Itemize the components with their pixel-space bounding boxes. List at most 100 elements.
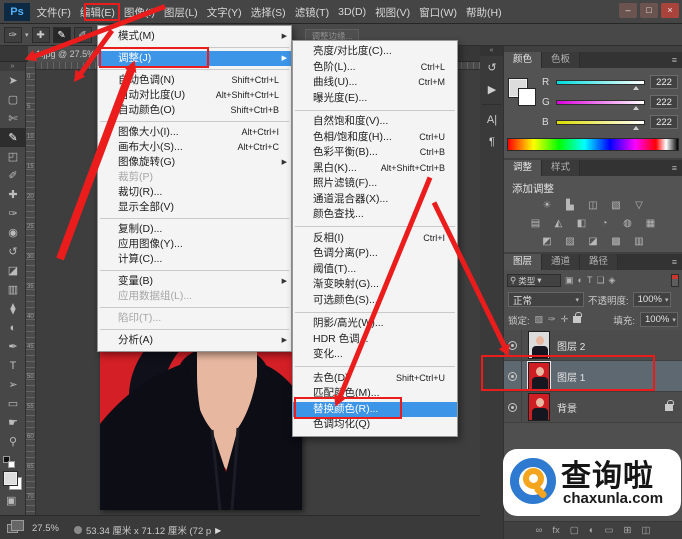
menu-item[interactable]: 色相/饱和度(H)...Ctrl+U (293, 130, 457, 146)
menubar-item-10[interactable]: 窗口(W) (415, 5, 462, 20)
blend-mode-select[interactable]: 正常 ▾ (508, 292, 584, 307)
menu-item[interactable]: 自动颜色(O)Shift+Ctrl+B (98, 103, 291, 118)
channel-value-field[interactable]: 222 (650, 95, 678, 109)
menu-item[interactable]: 亮度/对比度(C)... (293, 44, 457, 60)
menu-item[interactable]: 色调均化(Q) (293, 417, 457, 433)
menu-item[interactable]: 曝光度(E)... (293, 91, 457, 107)
threshold-icon[interactable]: ◪ (585, 236, 601, 247)
clone-stamp-tool[interactable]: ◉ (0, 223, 26, 242)
menu-item[interactable]: 变化... (293, 347, 457, 363)
levels-icon[interactable]: ▙ (562, 200, 578, 211)
exposure-icon[interactable]: ▧ (608, 200, 624, 211)
add-to-selection-brush-icon[interactable]: ✚ (32, 27, 50, 43)
slider-thumb-icon[interactable] (633, 126, 639, 130)
invert-icon[interactable]: ◩ (539, 236, 555, 247)
gradient-map-icon[interactable]: ▩ (608, 236, 624, 247)
pen-tool[interactable]: ✒ (0, 337, 26, 356)
menubar-item-3[interactable]: 图像(I) (119, 5, 159, 20)
menu-item[interactable]: 变量(B)▶ (98, 274, 291, 289)
menu-item[interactable]: 反相(I)Ctrl+I (293, 231, 457, 247)
channel-value-field[interactable]: 222 (650, 115, 678, 129)
quick-selection-brush-icon[interactable]: ✎ (53, 27, 71, 43)
channel-slider[interactable] (556, 80, 645, 85)
toolbar-collapse-icon[interactable]: » (0, 62, 25, 71)
menubar-item-6[interactable]: 选择(S) (246, 5, 290, 20)
slider-thumb-icon[interactable] (633, 106, 639, 110)
menu-item[interactable]: 自动色调(N)Shift+Ctrl+L (98, 73, 291, 88)
lock-position-icon[interactable]: ✛ (561, 314, 569, 325)
menu-item[interactable]: 渐变映射(G)... (293, 277, 457, 293)
menu-item[interactable]: 复制(D)... (98, 222, 291, 237)
eyedropper-tool[interactable]: ✐ (0, 166, 26, 185)
quick-selection-tool[interactable]: ✎ (0, 128, 26, 147)
foreground-color-swatch[interactable] (4, 472, 17, 485)
tab-color[interactable]: 颜色 (504, 52, 542, 68)
tab-layers[interactable]: 图层 (504, 254, 542, 270)
layer-row[interactable]: 图层 2 (504, 330, 682, 361)
menu-item[interactable]: 计算(C)... (98, 252, 291, 267)
type-tool[interactable]: T (0, 356, 26, 375)
channel-mixer-icon[interactable]: ◍ (620, 218, 636, 229)
menu-item[interactable]: 显示全部(V) (98, 200, 291, 215)
color-balance-icon[interactable]: ◭ (551, 218, 567, 229)
hue-saturation-icon[interactable]: ▤ (528, 218, 544, 229)
color-lookup-icon[interactable]: ▦ (643, 218, 659, 229)
brush-tool[interactable]: ✑ (0, 204, 26, 223)
history-panel-icon[interactable]: ↺ (480, 56, 504, 78)
menu-item[interactable]: 黑白(K)...Alt+Shift+Ctrl+B (293, 161, 457, 177)
menubar-item-4[interactable]: 图层(L) (159, 5, 202, 20)
background-color-swatch-panel[interactable] (518, 88, 536, 106)
color-spectrum-ramp[interactable] (507, 138, 679, 151)
menu-item[interactable]: 照片滤镜(F)... (293, 176, 457, 192)
zoom-level-field[interactable]: 27.5% (32, 523, 59, 534)
tab-paths[interactable]: 路径 (580, 254, 618, 270)
vibrance-icon[interactable]: ▽ (631, 200, 647, 211)
menu-item[interactable]: 图像大小(I)...Alt+Ctrl+I (98, 125, 291, 140)
menu-item[interactable]: 图像旋转(G)▶ (98, 155, 291, 170)
menu-item[interactable]: 应用图像(Y)... (98, 237, 291, 252)
menu-item[interactable]: 分析(A)▶ (98, 333, 291, 348)
filter-type-layers-icon[interactable]: T (587, 275, 593, 286)
menu-item[interactable]: 色彩平衡(B)...Ctrl+B (293, 145, 457, 161)
menu-item[interactable]: 阴影/高光(W)... (293, 316, 457, 332)
selective-color-icon[interactable]: ▥ (631, 236, 647, 247)
new-group-icon[interactable]: ▭ (604, 525, 613, 536)
menu-item[interactable]: 通道混合器(X)... (293, 192, 457, 208)
tool-preset-icon[interactable]: ✑ (4, 27, 22, 43)
layer-visibility-toggle[interactable] (504, 361, 522, 392)
crop-tool[interactable]: ◰ (0, 147, 26, 166)
layer-visibility-toggle[interactable] (504, 330, 522, 361)
menu-item[interactable]: 替换颜色(R)... (293, 402, 457, 418)
dock-collapse-icon[interactable]: « (480, 46, 503, 56)
menu-item[interactable]: 色阶(L)...Ctrl+L (293, 60, 457, 76)
channel-slider[interactable] (556, 100, 645, 105)
history-brush-tool[interactable]: ↺ (0, 242, 26, 261)
channel-value-field[interactable]: 222 (650, 75, 678, 89)
menubar-item-5[interactable]: 文字(Y) (202, 5, 246, 20)
menu-item[interactable]: 模式(M)▶ (98, 29, 291, 44)
dropdown-caret-icon[interactable]: ▾ (25, 31, 29, 39)
minimize-button[interactable]: – (619, 3, 637, 18)
quick-mask-icon[interactable]: ▣ (6, 494, 16, 507)
layer-filter-type-select[interactable]: ⚲ 类型 ▾ (507, 274, 561, 287)
panel-menu-icon[interactable]: ≡ (667, 52, 682, 68)
fill-field[interactable]: 100% ▾ (640, 312, 678, 327)
healing-brush-tool[interactable]: ✚ (0, 185, 26, 204)
gradient-tool[interactable]: ▥ (0, 280, 26, 299)
menu-item[interactable]: 去色(D)Shift+Ctrl+U (293, 371, 457, 387)
zoom-tool[interactable]: ⚲ (0, 432, 26, 451)
filter-adjustment-layers-icon[interactable]: ◐ (578, 275, 583, 286)
eraser-tool[interactable]: ◪ (0, 261, 26, 280)
character-panel-icon[interactable]: A| (480, 109, 504, 131)
lock-pixels-icon[interactable]: ✑ (548, 314, 556, 325)
menubar-item-11[interactable]: 帮助(H) (462, 5, 507, 20)
menubar-item-8[interactable]: 3D(D) (334, 6, 371, 18)
posterize-icon[interactable]: ▨ (562, 236, 578, 247)
menu-item[interactable]: 画布大小(S)...Alt+Ctrl+C (98, 140, 291, 155)
channel-slider[interactable] (556, 120, 645, 125)
slider-thumb-icon[interactable] (633, 86, 639, 90)
menu-item[interactable]: 自然饱和度(V)... (293, 114, 457, 130)
menu-item[interactable]: 阈值(T)... (293, 262, 457, 278)
layer-visibility-toggle[interactable] (504, 392, 522, 423)
link-layers-icon[interactable]: ∞ (536, 525, 543, 536)
